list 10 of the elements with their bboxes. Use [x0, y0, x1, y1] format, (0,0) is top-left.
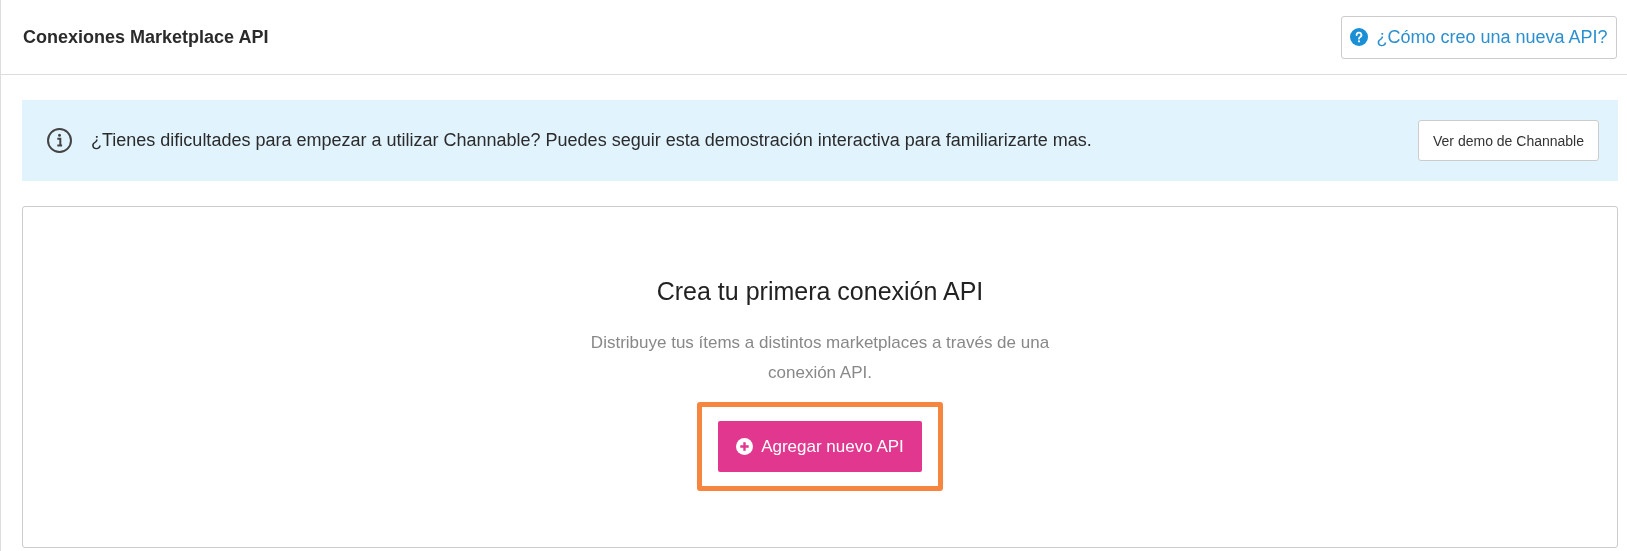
- plus-icon: [736, 438, 754, 455]
- page-title: Conexiones Marketplace API: [23, 26, 269, 48]
- info-icon: [46, 127, 73, 154]
- help-icon: [1350, 28, 1369, 46]
- empty-state-description: Distribuye tus ítems a distintos marketplaces a través de una conexión API.: [589, 332, 1051, 384]
- add-api-button[interactable]: Agregar nuevo API: [718, 421, 922, 472]
- demo-button[interactable]: Ver demo de Channable: [1418, 120, 1599, 161]
- empty-state-heading: Crea tu primera conexión API: [656, 277, 984, 306]
- banner-message: ¿Tienes dificultades para empezar a utilizar Channable? Puedes seguir esta demostración interactiva para familiarizarte mas.: [91, 130, 1093, 151]
- help-button[interactable]: ¿Cómo creo una nueva API?: [1341, 15, 1617, 59]
